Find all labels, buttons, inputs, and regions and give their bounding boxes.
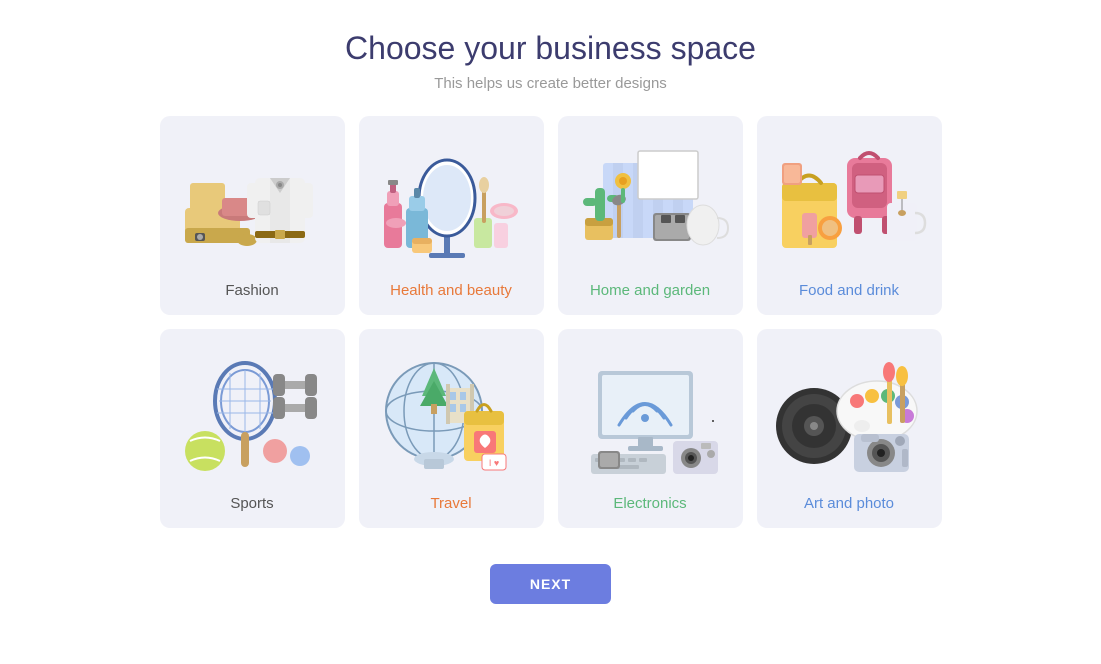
fashion-illustration: [172, 130, 332, 270]
next-button[interactable]: NEXT: [490, 564, 611, 604]
card-art-photo[interactable]: Art and photo: [757, 329, 942, 528]
card-electronics[interactable]: Electronics: [558, 329, 743, 528]
food-drink-label: Food and drink: [799, 282, 899, 299]
sports-illustration: [172, 343, 332, 483]
travel-label: Travel: [430, 495, 471, 512]
page-subtitle: This helps us create better designs: [434, 75, 667, 92]
card-fashion[interactable]: Fashion: [160, 116, 345, 315]
electronics-label: Electronics: [613, 495, 686, 512]
food-drink-illustration: [769, 130, 929, 270]
home-garden-label: Home and garden: [590, 282, 710, 299]
svg-text:I ♥: I ♥: [488, 458, 498, 468]
page-title: Choose your business space: [345, 30, 756, 67]
sports-label: Sports: [230, 495, 273, 512]
travel-illustration: I ♥: [371, 343, 531, 483]
health-beauty-label: Health and beauty: [390, 282, 512, 299]
card-health-beauty[interactable]: Health and beauty: [359, 116, 544, 315]
card-food-drink[interactable]: Food and drink: [757, 116, 942, 315]
card-travel[interactable]: I ♥ Travel: [359, 329, 544, 528]
electronics-illustration: [570, 343, 730, 483]
art-photo-label: Art and photo: [804, 495, 894, 512]
card-sports[interactable]: Sports: [160, 329, 345, 528]
business-space-grid: Fashion: [160, 116, 942, 528]
fashion-label: Fashion: [225, 282, 278, 299]
card-home-garden[interactable]: Home and garden: [558, 116, 743, 315]
health-beauty-illustration: [371, 130, 531, 270]
home-garden-illustration: [570, 130, 730, 270]
art-photo-illustration: [769, 343, 929, 483]
